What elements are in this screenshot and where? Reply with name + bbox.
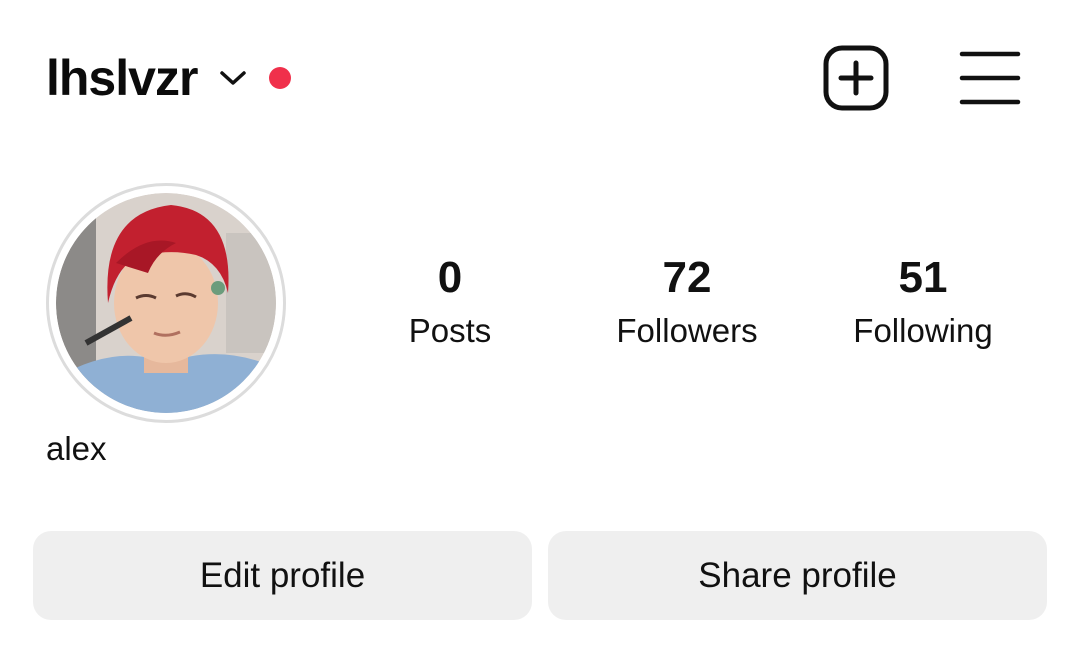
chevron-down-icon bbox=[220, 71, 247, 85]
account-switcher[interactable]: lhslvzr bbox=[46, 46, 292, 110]
hamburger-menu-icon[interactable] bbox=[958, 48, 1022, 108]
notification-dot bbox=[269, 67, 292, 89]
share-profile-button[interactable]: Share profile bbox=[548, 531, 1047, 620]
username: lhslvzr bbox=[46, 50, 198, 106]
followers-stat[interactable]: 72 Followers bbox=[577, 253, 797, 349]
posts-stat[interactable]: 0 Posts bbox=[340, 253, 560, 349]
followers-label: Followers bbox=[616, 312, 758, 349]
avatar[interactable] bbox=[46, 183, 286, 423]
create-post-icon[interactable] bbox=[822, 44, 890, 112]
display-name: alex bbox=[46, 430, 107, 467]
following-label: Following bbox=[853, 312, 993, 349]
posts-count: 0 bbox=[437, 253, 463, 302]
following-stat[interactable]: 51 Following bbox=[813, 253, 1033, 349]
posts-label: Posts bbox=[408, 312, 492, 349]
profile-photo bbox=[56, 193, 276, 413]
edit-profile-button[interactable]: Edit profile bbox=[33, 531, 532, 620]
followers-count: 72 bbox=[662, 253, 712, 302]
profile-page: lhslvzr 0 Posts 72 Followers 51 Followin… bbox=[0, 0, 1079, 651]
following-count: 51 bbox=[898, 253, 948, 302]
